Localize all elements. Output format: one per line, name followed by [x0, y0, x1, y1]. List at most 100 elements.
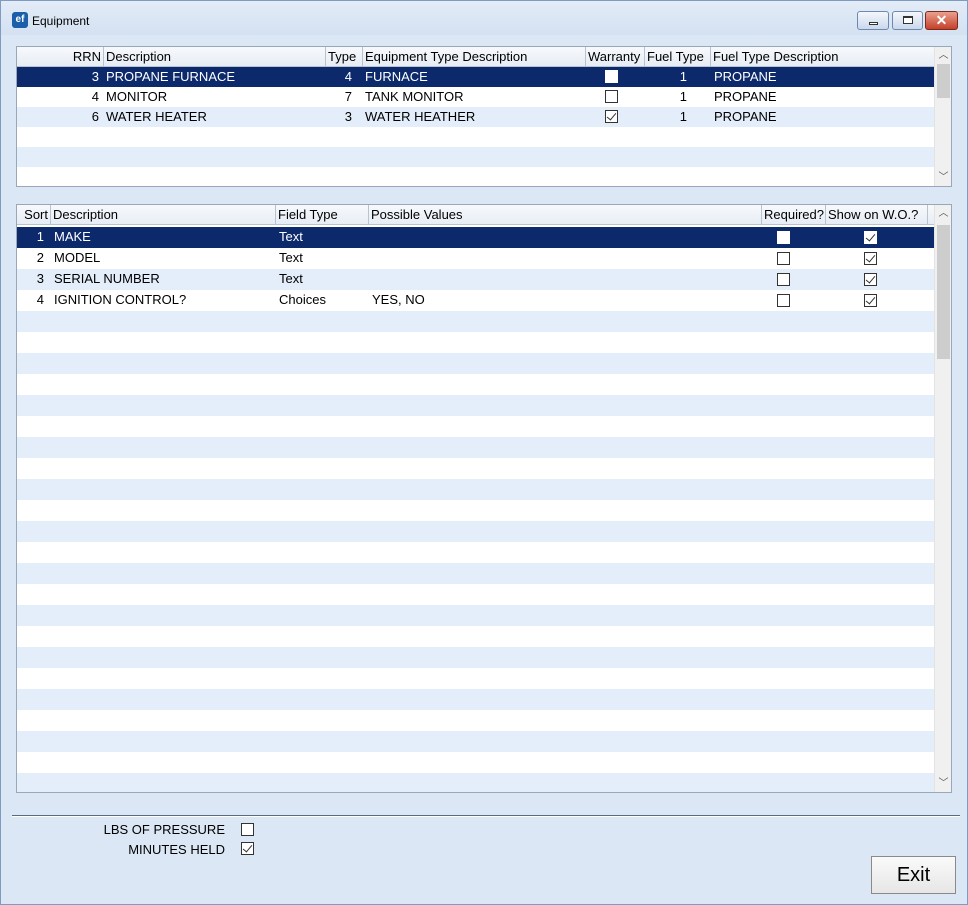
type-cell: 7: [344, 89, 352, 104]
app-logo-icon: ef: [12, 12, 28, 28]
empty-row: [17, 437, 935, 458]
empty-row: [17, 500, 935, 521]
scroll-down-icon[interactable]: ﹀: [935, 775, 951, 792]
col-fuel-type-header[interactable]: Fuel Type: [645, 47, 711, 67]
col-field-type-header[interactable]: Field Type: [276, 205, 369, 225]
minutes-held-checkbox[interactable]: [241, 842, 254, 855]
description-cell: PROPANE FURNACE: [106, 69, 236, 84]
equipment-grid[interactable]: RRN Description Type Equipment Type Desc…: [16, 46, 952, 187]
col-fuel-type-description-header[interactable]: Fuel Type Description: [711, 47, 935, 67]
required-checkbox[interactable]: [777, 294, 790, 307]
maximize-icon: [903, 16, 913, 24]
col-rrn-header[interactable]: RRN: [17, 47, 104, 67]
fuel-type-cell: 1: [679, 109, 687, 124]
fuel-type-description-cell: PROPANE: [714, 69, 777, 84]
minutes-held-label: MINUTES HELD: [128, 842, 225, 857]
fields-grid[interactable]: Sort Description Field Type Possible Val…: [16, 204, 952, 793]
col-required-header[interactable]: Required?: [762, 205, 826, 225]
warranty-checkbox[interactable]: [605, 90, 618, 103]
table-row[interactable]: 2 MODEL Text: [17, 248, 935, 269]
field-type-cell: Text: [279, 229, 303, 244]
equipment-window: ef Equipment ✕ RRN Description Type Equi…: [0, 0, 968, 905]
required-checkbox[interactable]: [777, 231, 790, 244]
description-cell: MONITOR: [106, 89, 168, 104]
table-row[interactable]: 1 MAKE Text: [17, 227, 935, 248]
fields-grid-header: Sort Description Field Type Possible Val…: [17, 205, 935, 225]
empty-row: [17, 353, 935, 374]
empty-row: [17, 311, 935, 332]
table-row[interactable]: 4 MONITOR 7 TANK MONITOR 1 PROPANE: [17, 87, 935, 107]
empty-row: [17, 584, 935, 605]
exit-button[interactable]: Exit: [871, 856, 956, 894]
empty-row: [17, 773, 935, 792]
col-type-description-header[interactable]: Equipment Type Description: [363, 47, 586, 67]
empty-row: [17, 605, 935, 626]
show-on-wo-checkbox[interactable]: [864, 231, 877, 244]
description-cell: IGNITION CONTROL?: [54, 292, 187, 307]
table-row[interactable]: 4 IGNITION CONTROL? Choices YES, NO: [17, 290, 935, 311]
empty-row: [17, 542, 935, 563]
warranty-checkbox[interactable]: [605, 110, 618, 123]
description-cell: SERIAL NUMBER: [54, 271, 160, 286]
warranty-checkbox[interactable]: [605, 70, 618, 83]
col-description-header[interactable]: Description: [104, 47, 326, 67]
empty-row: [17, 332, 935, 353]
empty-row: [17, 689, 935, 710]
fields-scrollbar[interactable]: ︿ ﹀: [934, 205, 951, 792]
description-cell: MODEL: [54, 250, 101, 265]
empty-row: [17, 731, 935, 752]
fuel-type-description-cell: PROPANE: [714, 89, 777, 104]
type-description-cell: FURNACE: [365, 69, 428, 84]
scroll-up-icon[interactable]: ︿: [935, 47, 951, 64]
required-checkbox[interactable]: [777, 252, 790, 265]
show-on-wo-checkbox[interactable]: [864, 294, 877, 307]
col-description-header[interactable]: Description: [51, 205, 276, 225]
minimize-icon: [869, 22, 878, 25]
empty-row: [17, 395, 935, 416]
col-sort-header[interactable]: Sort: [17, 205, 51, 225]
col-possible-values-header[interactable]: Possible Values: [369, 205, 762, 225]
empty-row: [17, 147, 935, 167]
possible-values-cell: YES, NO: [372, 292, 425, 307]
col-type-header[interactable]: Type: [326, 47, 363, 67]
empty-row: [17, 167, 935, 186]
empty-row: [17, 668, 935, 689]
scroll-thumb[interactable]: [937, 225, 950, 359]
title-bar[interactable]: ef Equipment ✕: [1, 1, 967, 35]
empty-row: [17, 479, 935, 500]
sort-cell: 2: [36, 250, 44, 265]
minimize-button[interactable]: [857, 11, 889, 30]
fuel-type-cell: 1: [679, 69, 687, 84]
description-cell: WATER HEATER: [106, 109, 207, 124]
field-type-cell: Choices: [279, 292, 326, 307]
col-show-on-wo-header[interactable]: Show on W.O.?: [826, 205, 928, 225]
empty-row: [17, 752, 935, 773]
close-icon: ✕: [935, 12, 948, 28]
scroll-up-icon[interactable]: ︿: [935, 205, 951, 222]
type-description-cell: TANK MONITOR: [365, 89, 464, 104]
empty-row: [17, 416, 935, 437]
equipment-scrollbar[interactable]: ︿ ﹀: [934, 47, 951, 186]
lbs-of-pressure-checkbox[interactable]: [241, 823, 254, 836]
close-button[interactable]: ✕: [925, 11, 958, 30]
empty-row: [17, 458, 935, 479]
col-warranty-header[interactable]: Warranty: [586, 47, 645, 67]
show-on-wo-checkbox[interactable]: [864, 273, 877, 286]
fuel-type-description-cell: PROPANE: [714, 109, 777, 124]
table-row[interactable]: 3 SERIAL NUMBER Text: [17, 269, 935, 290]
scroll-thumb[interactable]: [937, 64, 950, 98]
table-row[interactable]: 3 PROPANE FURNACE 4 FURNACE 1 PROPANE: [17, 67, 935, 87]
empty-row: [17, 626, 935, 647]
rrn-cell: 4: [91, 89, 99, 104]
table-row[interactable]: 6 WATER HEATER 3 WATER HEATHER 1 PROPANE: [17, 107, 935, 127]
maximize-button[interactable]: [892, 11, 923, 30]
show-on-wo-checkbox[interactable]: [864, 252, 877, 265]
empty-row: [17, 710, 935, 731]
scroll-down-icon[interactable]: ﹀: [935, 169, 951, 186]
type-description-cell: WATER HEATHER: [365, 109, 476, 124]
field-type-cell: Text: [279, 250, 303, 265]
required-checkbox[interactable]: [777, 273, 790, 286]
rrn-cell: 6: [91, 109, 99, 124]
sort-cell: 3: [36, 271, 44, 286]
sort-cell: 4: [36, 292, 44, 307]
